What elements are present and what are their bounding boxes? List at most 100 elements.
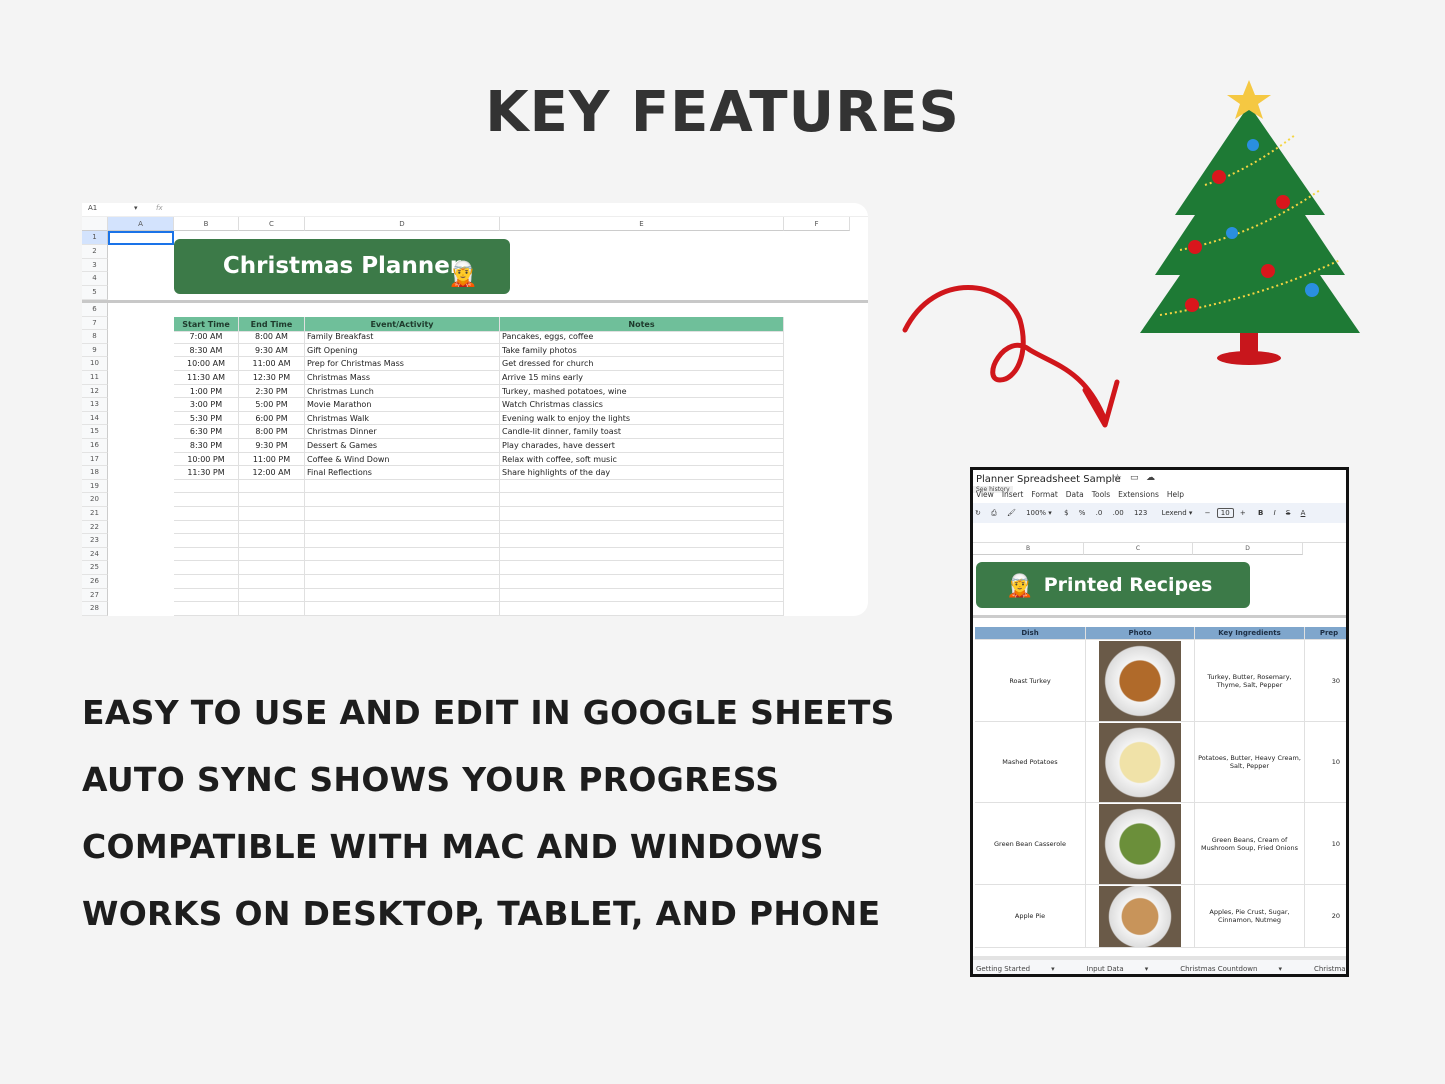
table-cell[interactable]: 8:30 PM: [174, 439, 239, 453]
table-cell[interactable]: 10:00 PM: [174, 452, 239, 467]
row-header[interactable]: 1: [82, 231, 108, 245]
column-title[interactable]: Key Ingredients: [1195, 627, 1305, 640]
table-cell[interactable]: [239, 602, 305, 616]
corner-cell[interactable]: [82, 217, 108, 231]
row-header[interactable]: 2: [82, 244, 108, 259]
number-format-button[interactable]: 123: [1134, 509, 1147, 517]
menu-item[interactable]: Extensions: [1118, 490, 1159, 499]
name-box[interactable]: A1: [88, 204, 97, 212]
row-header[interactable]: 20: [82, 493, 108, 507]
table-cell[interactable]: Relax with coffee, soft music: [500, 452, 784, 467]
table-cell[interactable]: Dessert & Games: [305, 439, 500, 453]
ingredients-cell[interactable]: Turkey, Butter, Rosemary, Thyme, Salt, P…: [1195, 640, 1305, 722]
table-cell[interactable]: [305, 493, 500, 507]
table-cell[interactable]: [239, 588, 305, 603]
column-header[interactable]: A: [108, 217, 174, 231]
row-header[interactable]: 21: [82, 507, 108, 521]
table-cell[interactable]: [305, 588, 500, 603]
table-cell[interactable]: 11:30 PM: [174, 466, 239, 480]
dish-cell[interactable]: Green Bean Casserole: [975, 803, 1086, 885]
column-header[interactable]: D: [305, 217, 500, 231]
prep-cell[interactable]: 20: [1305, 885, 1346, 948]
table-cell[interactable]: Take family photos: [500, 343, 784, 358]
table-cell[interactable]: [239, 520, 305, 535]
table-cell[interactable]: 12:00 AM: [239, 466, 305, 480]
menu-item[interactable]: Tools: [1092, 490, 1110, 499]
table-cell[interactable]: [174, 561, 239, 575]
table-cell[interactable]: [305, 520, 500, 535]
row-header[interactable]: 7: [82, 316, 108, 331]
table-cell[interactable]: [500, 534, 784, 548]
table-cell[interactable]: [305, 479, 500, 494]
column-header[interactable]: C: [239, 217, 305, 231]
table-cell[interactable]: Play charades, have dessert: [500, 439, 784, 453]
sheet-tab[interactable]: Christmas Budget▾: [1314, 965, 1346, 973]
menu-item[interactable]: Format: [1031, 490, 1057, 499]
increase-font-size-button[interactable]: +: [1240, 509, 1246, 517]
chevron-down-icon[interactable]: ▾: [134, 204, 138, 212]
table-cell[interactable]: 6:00 PM: [239, 411, 305, 426]
table-cell[interactable]: [239, 575, 305, 589]
row-header[interactable]: 13: [82, 398, 108, 412]
table-cell[interactable]: [239, 534, 305, 548]
zoom-select[interactable]: 100%: [1026, 509, 1046, 517]
document-title[interactable]: Planner Spreadsheet Sample: [976, 474, 1121, 485]
dish-cell[interactable]: Apple Pie: [975, 885, 1086, 948]
sheet-tab[interactable]: Input Data ▾: [1087, 965, 1165, 973]
table-cell[interactable]: 5:00 PM: [239, 398, 305, 412]
table-cell[interactable]: [174, 507, 239, 521]
prep-cell[interactable]: 10: [1305, 722, 1346, 803]
cloud-icon[interactable]: ☁: [1146, 473, 1155, 483]
ingredients-cell[interactable]: Green Beans, Cream of Mushroom Soup, Fri…: [1195, 803, 1305, 885]
row-header[interactable]: 9: [82, 343, 108, 358]
table-cell[interactable]: Evening walk to enjoy the lights: [500, 411, 784, 426]
table-cell[interactable]: 11:00 PM: [239, 452, 305, 467]
row-header[interactable]: 12: [82, 384, 108, 399]
column-header[interactable]: F: [784, 217, 850, 231]
table-cell[interactable]: [500, 479, 784, 494]
table-cell[interactable]: [174, 534, 239, 548]
text-color-button[interactable]: A: [1301, 509, 1306, 517]
row-header[interactable]: 10: [82, 357, 108, 371]
column-title[interactable]: Photo: [1086, 627, 1195, 640]
table-cell[interactable]: [500, 575, 784, 589]
formula-bar[interactable]: A1 ▾ fx: [82, 203, 868, 217]
table-cell[interactable]: [174, 575, 239, 589]
table-cell[interactable]: 11:00 AM: [239, 357, 305, 371]
prep-cell[interactable]: 10: [1305, 803, 1346, 885]
decrease-font-size-button[interactable]: −: [1205, 509, 1211, 517]
table-cell[interactable]: Movie Marathon: [305, 398, 500, 412]
column-header[interactable]: E: [500, 217, 784, 231]
table-cell[interactable]: Christmas Walk: [305, 411, 500, 426]
chevron-down-icon[interactable]: ▾: [1145, 965, 1149, 973]
table-cell[interactable]: [174, 588, 239, 603]
row-header[interactable]: 18: [82, 466, 108, 480]
table-cell[interactable]: 8:30 AM: [174, 343, 239, 358]
row-header[interactable]: 26: [82, 575, 108, 589]
table-cell[interactable]: 8:00 PM: [239, 425, 305, 439]
table-cell[interactable]: 3:00 PM: [174, 398, 239, 412]
table-cell[interactable]: [239, 547, 305, 562]
star-icon[interactable]: ☆: [1113, 473, 1122, 484]
table-cell[interactable]: [500, 602, 784, 616]
row-header[interactable]: 5: [82, 286, 108, 300]
font-select[interactable]: Lexend: [1162, 509, 1187, 517]
row-header[interactable]: 23: [82, 534, 108, 548]
menu-item[interactable]: Data: [1066, 490, 1084, 499]
table-cell[interactable]: Turkey, mashed potatoes, wine: [500, 384, 784, 399]
row-header[interactable]: 15: [82, 425, 108, 439]
row-header[interactable]: 4: [82, 272, 108, 287]
percent-button[interactable]: %: [1079, 509, 1086, 517]
folder-icon[interactable]: ▭: [1130, 473, 1139, 483]
table-cell[interactable]: Pancakes, eggs, coffee: [500, 330, 784, 344]
table-cell[interactable]: [174, 520, 239, 535]
column-title[interactable]: Prep: [1305, 627, 1346, 640]
table-cell[interactable]: Christmas Dinner: [305, 425, 500, 439]
row-header[interactable]: 28: [82, 602, 108, 616]
table-cell[interactable]: [500, 547, 784, 562]
ingredients-cell[interactable]: Apples, Pie Crust, Sugar, Cinnamon, Nutm…: [1195, 885, 1305, 948]
dish-cell[interactable]: Roast Turkey: [975, 640, 1086, 722]
table-cell[interactable]: Coffee & Wind Down: [305, 452, 500, 467]
strikethrough-button[interactable]: S: [1286, 509, 1290, 517]
paint-format-icon[interactable]: 🖌: [1007, 509, 1016, 517]
